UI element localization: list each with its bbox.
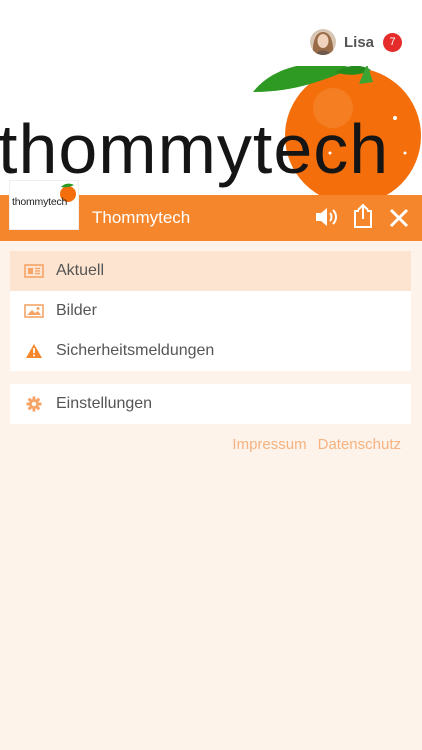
footer-links: Impressum Datenschutz bbox=[221, 436, 401, 453]
warning-icon bbox=[24, 341, 44, 361]
user-name[interactable]: Lisa bbox=[344, 34, 374, 51]
notification-badge[interactable]: 7 bbox=[383, 32, 402, 52]
user-profile[interactable]: Lisa 7 bbox=[309, 29, 402, 55]
menu-item-aktuell[interactable]: Aktuell bbox=[10, 251, 411, 291]
logo-text: thommytech bbox=[12, 196, 68, 208]
avatar[interactable] bbox=[309, 29, 336, 55]
impressum-link[interactable]: Impressum bbox=[232, 436, 306, 453]
share-icon[interactable] bbox=[351, 202, 375, 235]
menu-item-einstellungen[interactable]: Einstellungen bbox=[10, 384, 411, 424]
speaker-icon[interactable] bbox=[313, 204, 339, 235]
app-logo: thommytech bbox=[10, 181, 78, 229]
top-bar: Lisa 7 bbox=[0, 0, 422, 68]
menu-item-label: Bilder bbox=[56, 302, 97, 319]
menu-item-bilder[interactable]: Bilder bbox=[10, 291, 411, 331]
newspaper-icon bbox=[24, 261, 44, 281]
menu-item-label: Aktuell bbox=[56, 262, 105, 279]
image-icon bbox=[24, 301, 44, 321]
brand-wordmark: thommytech bbox=[0, 110, 390, 188]
menu-item-label: Einstellungen bbox=[56, 395, 153, 412]
gear-icon bbox=[24, 394, 44, 414]
settings-menu: Einstellungen bbox=[10, 384, 411, 424]
menu-item-sicherheitsmeldungen[interactable]: Sicherheitsmeldungen bbox=[10, 331, 411, 371]
header-banner: thommytech bbox=[0, 66, 422, 196]
menu-item-label: Sicherheitsmeldungen bbox=[56, 342, 215, 359]
app-title: Thommytech bbox=[92, 208, 191, 227]
close-icon[interactable] bbox=[388, 207, 410, 234]
datenschutz-link[interactable]: Datenschutz bbox=[318, 436, 401, 453]
app-header: thommytech Thommytech bbox=[0, 181, 422, 241]
main-menu: Aktuell Bilder Sicherheitsmeldungen bbox=[10, 251, 411, 371]
